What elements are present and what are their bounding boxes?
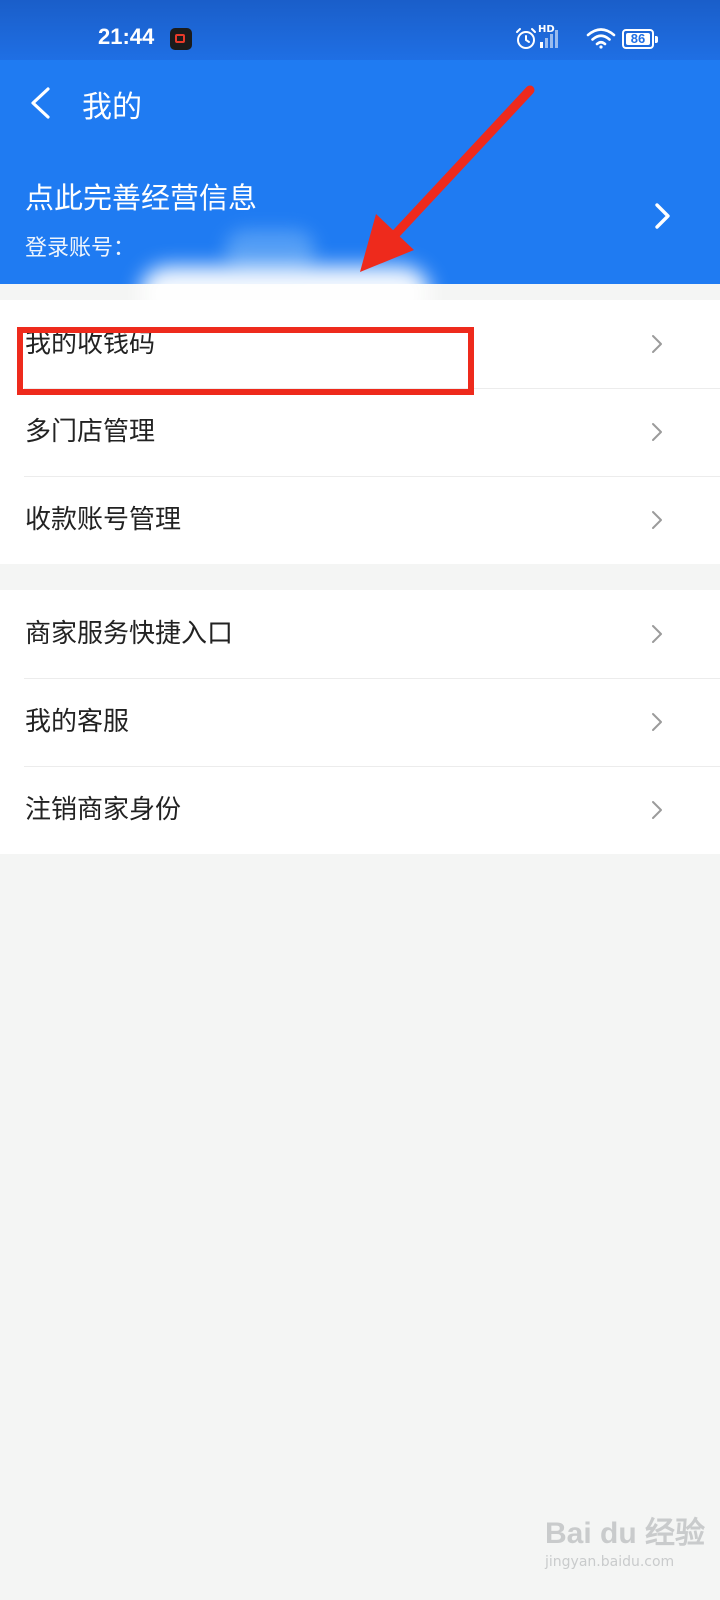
status-time: 21:44	[98, 24, 155, 49]
chevron-right-icon	[652, 801, 662, 819]
business-info-title: 点此完善经营信息	[25, 181, 258, 215]
annotation-highlight-box	[17, 327, 474, 395]
battery-icon: 86	[622, 29, 658, 49]
alarm-icon	[516, 28, 536, 49]
menu-item-label: 商家服务快捷入口	[25, 619, 234, 649]
chevron-right-icon	[652, 423, 662, 441]
menu-item-label: 我的客服	[25, 707, 130, 737]
chevron-right-icon	[652, 713, 662, 731]
page-title: 我的	[82, 90, 142, 125]
back-arrow-icon[interactable]	[28, 86, 52, 120]
menu-item-label: 注销商家身份	[25, 795, 182, 825]
menu-item-label: 多门店管理	[25, 417, 156, 447]
login-account-label: 登录账号：	[25, 236, 136, 261]
screen-record-icon	[170, 28, 192, 50]
chevron-right-icon	[652, 335, 662, 353]
status-bar: 21:44 HD 86	[0, 0, 720, 60]
wifi-icon	[586, 28, 616, 49]
chevron-right-icon	[652, 625, 662, 643]
watermark-logo: Bai du 经验	[545, 1517, 706, 1550]
baidu-jingyan-watermark: Bai du 经验 jingyan.baidu.com	[545, 1508, 706, 1570]
profile-header: 我的 点此完善经营信息 登录账号：	[0, 60, 720, 284]
menu-item-multi-store[interactable]: 多门店管理	[0, 388, 720, 476]
chevron-right-icon[interactable]	[654, 202, 672, 230]
menu-group-services: 商家服务快捷入口 我的客服 注销商家身份	[0, 590, 720, 854]
menu-item-merchant-services[interactable]: 商家服务快捷入口	[0, 590, 720, 678]
chevron-right-icon	[652, 511, 662, 529]
menu-item-customer-service[interactable]: 我的客服	[0, 678, 720, 766]
watermark-subtitle: jingyan.baidu.com	[545, 1554, 675, 1570]
complete-business-info-button[interactable]	[0, 150, 720, 284]
menu-item-cancel-merchant[interactable]: 注销商家身份	[0, 766, 720, 854]
menu-item-payee-account[interactable]: 收款账号管理	[0, 476, 720, 564]
battery-level: 86	[626, 32, 650, 45]
menu-item-label: 收款账号管理	[25, 505, 182, 535]
